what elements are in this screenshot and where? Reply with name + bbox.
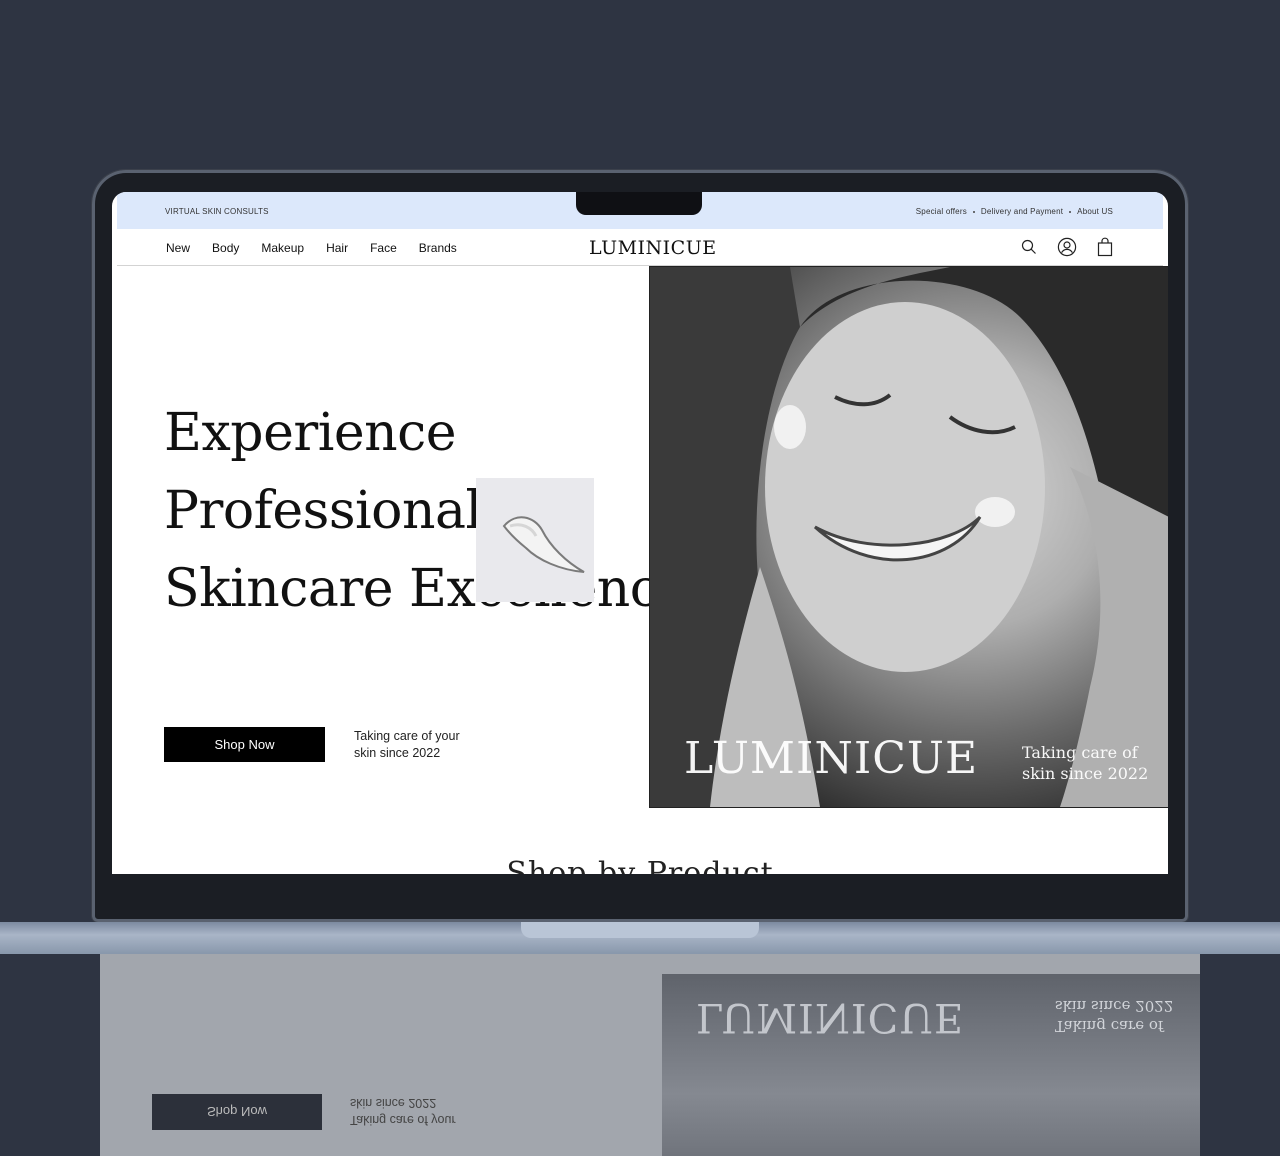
image-tag-line-2: skin since 2022 (1022, 764, 1149, 783)
image-tag-line-1: Taking care of (1022, 743, 1138, 762)
laptop-hinge-notch (521, 922, 759, 938)
nav-makeup[interactable]: Makeup (261, 241, 304, 255)
delivery-payment-link[interactable]: Delivery and Payment (981, 207, 1063, 216)
reflected-shop-button: Shop Now (152, 1094, 322, 1130)
nav-icons (1021, 237, 1113, 257)
camera-notch (576, 192, 702, 215)
search-icon[interactable] (1021, 239, 1037, 255)
about-us-link[interactable]: About US (1077, 207, 1113, 216)
headline-line-1: Experience (164, 403, 456, 463)
shop-by-product-heading: Shop by Product (506, 856, 774, 874)
top-links: Special offers Delivery and Payment Abou… (916, 207, 1113, 216)
browser-screen: VIRTUAL SKIN CONSULTS Special offers Del… (112, 192, 1168, 874)
nav-body[interactable]: Body (212, 241, 239, 255)
nav-brands[interactable]: Brands (419, 241, 457, 255)
reflected-logo: LUMINICUE (696, 994, 965, 1040)
virtual-consults-link[interactable]: VIRTUAL SKIN CONSULTS (165, 207, 269, 216)
tagline-line-2: skin since 2022 (354, 746, 441, 760)
brand-logo[interactable]: LUMINICUE (589, 237, 717, 259)
special-offers-link[interactable]: Special offers (916, 207, 967, 216)
nav-hair[interactable]: Hair (326, 241, 348, 255)
nav-new[interactable]: New (166, 241, 190, 255)
bag-icon[interactable] (1097, 237, 1113, 257)
image-overlay-tagline: Taking care of skin since 2022 (1022, 742, 1148, 784)
tagline-line-1: Taking care of your (354, 729, 460, 743)
reflected-tagline-1: Taking care of your (350, 1113, 456, 1127)
desk-reflection: LUMINICUE Taking care of skin since 2022… (100, 954, 1200, 1156)
cream-swatch-image (476, 478, 594, 602)
nav-face[interactable]: Face (370, 241, 397, 255)
separator-dot (972, 210, 975, 213)
hero-headline: Experience Professional Skincare Excelle… (164, 394, 689, 628)
image-overlay-logo: LUMINICUE (684, 733, 979, 784)
hero-text-panel: Experience Professional Skincare Excelle… (112, 266, 689, 806)
reflected-image-tagline: Taking care of skin since 2022 (1055, 996, 1173, 1036)
category-nav: New Body Makeup Hair Face Brands (166, 241, 457, 255)
headline-line-3: Skincare Excellence (164, 559, 689, 619)
hero-tagline: Taking care of your skin since 2022 (354, 728, 460, 762)
account-icon[interactable] (1057, 237, 1077, 257)
reflected-tag-line-2: skin since 2022 (1055, 997, 1174, 1015)
reflected-tagline: Taking care of your skin since 2022 (350, 1094, 456, 1128)
headline-line-2: Professional (164, 481, 482, 541)
reflected-tagline-2: skin since 2022 (350, 1096, 437, 1110)
main-navbar: New Body Makeup Hair Face Brands LUMINIC… (117, 229, 1163, 266)
separator-dot (1069, 210, 1072, 213)
shop-now-button[interactable]: Shop Now (164, 727, 325, 762)
reflected-tag-line-1: Taking care of (1055, 1017, 1164, 1035)
hero-portrait-image: LUMINICUE Taking care of skin since 2022 (649, 266, 1168, 808)
